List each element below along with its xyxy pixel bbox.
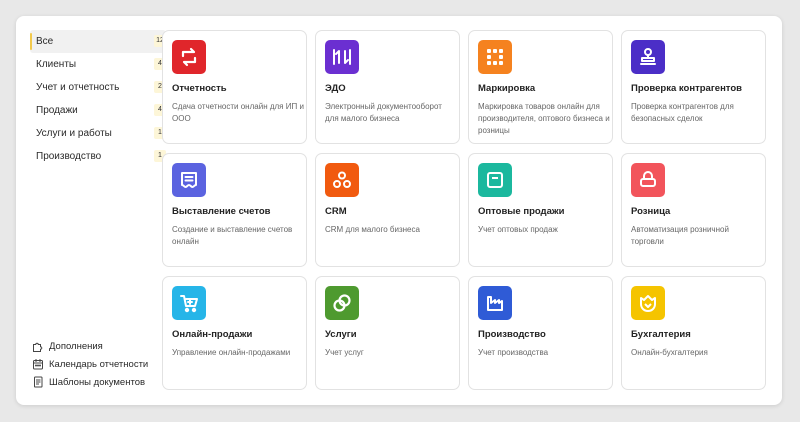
service-card-wholesale[interactable]: Оптовые продажи Учет оптовых продаж bbox=[468, 153, 613, 267]
link-rings-icon bbox=[333, 294, 351, 312]
card-description: Автоматизация розничной торговли bbox=[631, 225, 729, 246]
marking-icon-tile bbox=[478, 40, 512, 74]
bookkeeping-icon-tile bbox=[631, 286, 665, 320]
sidebar-footer-links: Дополнения Календарь отчетности Шаблоны … bbox=[32, 337, 148, 391]
service-card-retail[interactable]: Розница Автоматизация розничной торговли bbox=[621, 153, 766, 267]
card-title: Услуги bbox=[325, 329, 357, 340]
factory-icon bbox=[487, 296, 503, 311]
category-label: Все bbox=[36, 36, 54, 47]
card-description: Учет услуг bbox=[325, 348, 364, 357]
service-card-online-sales[interactable]: Онлайн-продажи Управление онлайн-продажа… bbox=[162, 276, 307, 390]
service-card-reporting[interactable]: Отчетность Сдача отчетности онлайн для И… bbox=[162, 30, 307, 144]
reporting-calendar-link[interactable]: Календарь отчетности bbox=[32, 355, 148, 373]
category-accounting[interactable]: Учет и отчетность 2 bbox=[30, 76, 166, 99]
category-services[interactable]: Услуги и работы 1 bbox=[30, 122, 166, 145]
category-label: Продажи bbox=[36, 105, 78, 116]
reporting-calendar-label: Календарь отчетности bbox=[49, 358, 149, 370]
service-card-edo[interactable]: ЭДО Электронный документооборот для мало… bbox=[315, 30, 460, 144]
card-description: Онлайн-бухгалтерия bbox=[631, 348, 708, 357]
reporting-icon-tile bbox=[172, 40, 206, 74]
card-title: Бухгалтерия bbox=[631, 329, 691, 340]
category-clients[interactable]: Клиенты 4 bbox=[30, 53, 166, 76]
calendar-icon bbox=[33, 359, 43, 370]
card-description: Маркировка товаров онлайн для производит… bbox=[478, 102, 610, 135]
counterparty-icon-tile bbox=[631, 40, 665, 74]
card-title: Розница bbox=[631, 206, 671, 217]
production-icon-tile bbox=[478, 286, 512, 320]
addons-label: Дополнения bbox=[49, 340, 103, 352]
card-title: Отчетность bbox=[172, 83, 227, 94]
service-card-counterparty-check[interactable]: Проверка контрагентов Проверка контраген… bbox=[621, 30, 766, 144]
card-description: Электронный документооборот для малого б… bbox=[325, 102, 442, 123]
invoicing-icon-tile bbox=[172, 163, 206, 197]
document-templates-label: Шаблоны документов bbox=[49, 376, 146, 388]
card-title: Оптовые продажи bbox=[478, 206, 565, 217]
category-label: Учет и отчетность bbox=[36, 82, 120, 93]
card-title: Онлайн-продажи bbox=[172, 329, 253, 340]
card-title: Маркировка bbox=[478, 83, 536, 94]
service-card-production[interactable]: Производство Учет производства bbox=[468, 276, 613, 390]
card-title: Проверка контрагентов bbox=[631, 83, 742, 94]
wholesale-icon-tile bbox=[478, 163, 512, 197]
retail-icon-tile bbox=[631, 163, 665, 197]
card-title: ЭДО bbox=[325, 83, 346, 94]
services-grid: Отчетность Сдача отчетности онлайн для И… bbox=[162, 30, 766, 390]
edo-icon-tile bbox=[325, 40, 359, 74]
service-card-invoicing[interactable]: Выставление счетов Создание и выставлени… bbox=[162, 153, 307, 267]
cart-icon bbox=[180, 295, 198, 313]
card-description: Проверка контрагентов для безопасных сде… bbox=[631, 102, 734, 123]
service-card-bookkeeping[interactable]: Бухгалтерия Онлайн-бухгалтерия bbox=[621, 276, 766, 390]
card-title: Выставление счетов bbox=[172, 206, 271, 217]
flower-icon bbox=[640, 295, 656, 312]
category-label: Производство bbox=[36, 151, 102, 162]
document-icon bbox=[34, 376, 43, 388]
crm-icon-tile bbox=[325, 163, 359, 197]
category-all[interactable]: Все 12 bbox=[30, 30, 166, 53]
exchange-arrows-icon bbox=[181, 47, 197, 67]
card-description: Учет производства bbox=[478, 348, 549, 357]
addons-link[interactable]: Дополнения bbox=[32, 337, 148, 355]
card-description: Учет оптовых продаж bbox=[478, 225, 558, 234]
vertical-arrows-icon bbox=[333, 49, 351, 65]
card-title: CRM bbox=[325, 206, 347, 217]
card-description: CRM для малого бизнеса bbox=[325, 225, 420, 234]
invoice-icon bbox=[181, 172, 197, 188]
services-icon-tile bbox=[325, 286, 359, 320]
puzzle-icon bbox=[33, 342, 43, 352]
service-card-marking[interactable]: Маркировка Маркировка товаров онлайн для… bbox=[468, 30, 613, 144]
category-label: Услуги и работы bbox=[36, 128, 112, 139]
category-sales[interactable]: Продажи 4 bbox=[30, 99, 166, 122]
category-sidebar: Все 12 Клиенты 4 Учет и отчетность 2 Про… bbox=[30, 30, 166, 168]
service-card-services[interactable]: Услуги Учет услуг bbox=[315, 276, 460, 390]
service-card-crm[interactable]: CRM CRM для малого бизнеса bbox=[315, 153, 460, 267]
stamp-icon bbox=[640, 48, 656, 65]
grid-dots-icon bbox=[487, 49, 503, 65]
document-templates-link[interactable]: Шаблоны документов bbox=[32, 373, 148, 391]
card-description: Сдача отчетности онлайн для ИП и ООО bbox=[172, 102, 304, 123]
three-circles-icon bbox=[333, 171, 351, 188]
card-title: Производство bbox=[478, 329, 546, 340]
card-description: Управление онлайн-продажами bbox=[172, 348, 291, 357]
box-icon bbox=[487, 172, 503, 188]
category-label: Клиенты bbox=[36, 59, 77, 70]
register-icon bbox=[640, 171, 656, 187]
services-panel: Все 12 Клиенты 4 Учет и отчетность 2 Про… bbox=[16, 16, 782, 405]
card-description: Создание и выставление счетов онлайн bbox=[172, 225, 293, 246]
category-production[interactable]: Производство 1 bbox=[30, 145, 166, 168]
online-sales-icon-tile bbox=[172, 286, 206, 320]
